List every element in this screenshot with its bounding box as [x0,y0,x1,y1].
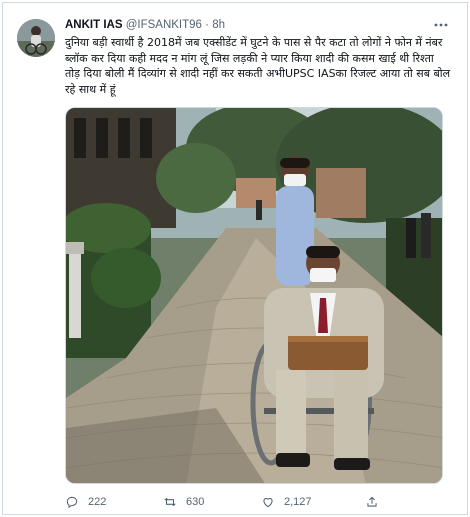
author-handle[interactable]: @IFSANKIT96 [126,19,202,31]
reply-count: 222 [88,496,107,508]
share-button[interactable] [365,493,388,511]
tweet-time[interactable]: 8h [212,19,225,31]
tweet-photo[interactable] [65,107,443,484]
retweet-count: 630 [186,496,205,508]
retweet-button[interactable]: 630 [163,493,204,511]
reply-button[interactable]: 222 [65,493,106,511]
share-icon [367,496,377,507]
retweet-icon [164,497,176,507]
separator-dot: · [205,19,209,31]
more-horizontal-icon[interactable] [431,17,451,35]
like-button[interactable]: 2,127 [261,493,312,511]
reply-icon [66,496,78,509]
avatar[interactable] [17,19,55,57]
action-bar: 222 630 2,127 [65,493,445,511]
tweet-text: दुनिया बड़ी स्वार्थी है 2018में जब एक्सी… [65,36,451,96]
heart-icon [263,498,273,508]
tweet-card[interactable]: ANKIT IAS @IFSANKIT96 · 8h दुनिया बड़ी स… [2,2,468,515]
author-name[interactable]: ANKIT IAS [65,19,123,31]
like-count: 2,127 [284,496,312,508]
